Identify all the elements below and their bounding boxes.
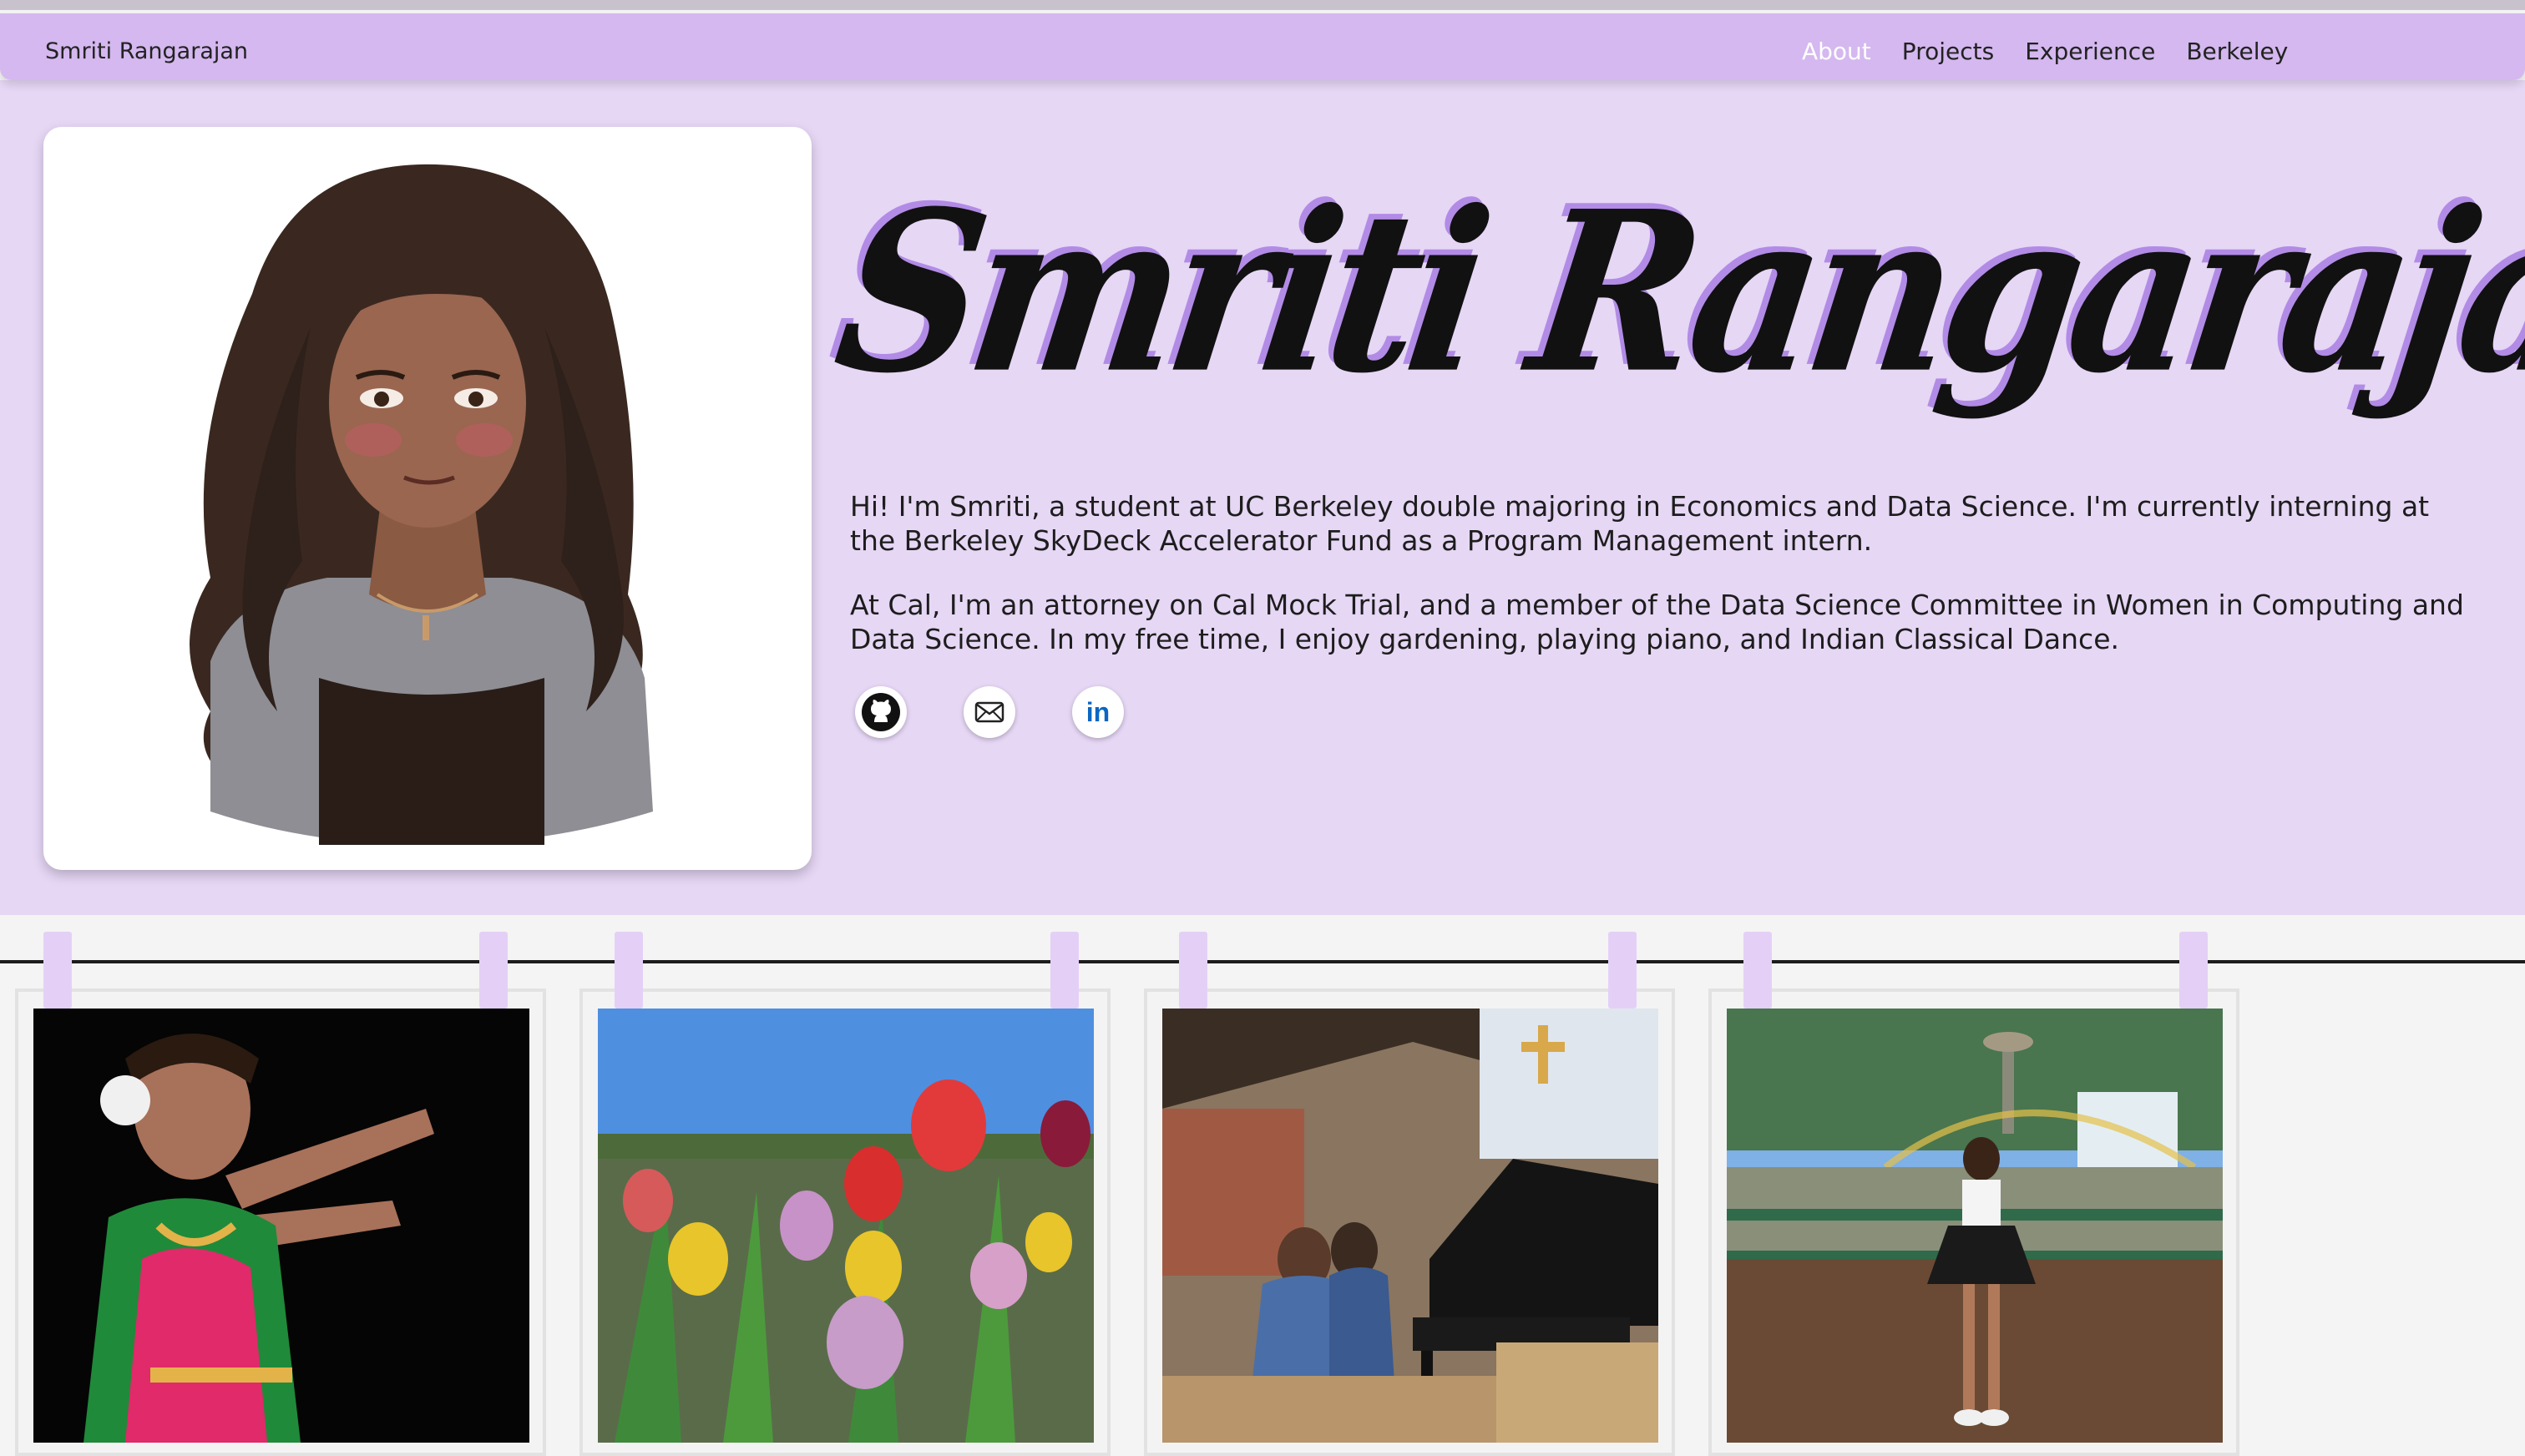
gallery-clip	[479, 932, 508, 1009]
photo-frame-dance	[15, 988, 546, 1456]
linkedin-icon: in	[1085, 696, 1111, 727]
nav-link-berkeley[interactable]: Berkeley	[2186, 13, 2288, 90]
gallery-clip	[2179, 932, 2208, 1009]
photo-frame-tulips	[579, 988, 1111, 1456]
social-links: in	[855, 686, 1124, 738]
waterfall-photo	[1727, 1009, 2223, 1443]
hanging-string	[0, 960, 2525, 963]
gallery-clip	[1179, 932, 1207, 1009]
gallery-clip	[1743, 932, 1772, 1009]
gallery-clip	[615, 932, 643, 1009]
nav-link-experience[interactable]: Experience	[2025, 13, 2155, 90]
gallery-clip	[1608, 932, 1637, 1009]
github-link[interactable]	[855, 686, 907, 738]
nav-link-projects[interactable]: Projects	[1902, 13, 1994, 90]
portrait-card	[43, 127, 812, 870]
bio-paragraph-2: At Cal, I'm an attorney on Cal Mock Tria…	[850, 589, 2464, 655]
github-icon	[862, 693, 900, 731]
mail-icon	[974, 701, 1004, 723]
hero-section: Smriti Rangarajan Hi! I'm Smriti, a stud…	[0, 80, 2525, 915]
illustrated-portrait	[190, 164, 653, 845]
email-link[interactable]	[964, 686, 1015, 738]
photo-gallery	[0, 915, 2525, 1456]
site-brand[interactable]: Smriti Rangarajan	[45, 13, 248, 90]
piano-duet-photo	[1162, 1009, 1658, 1443]
nav-links: About Projects Experience Berkeley	[1802, 13, 2288, 90]
nav-link-about[interactable]: About	[1802, 13, 1871, 90]
hero-script-title: Smriti Rangarajan	[823, 162, 2525, 422]
top-navbar: Smriti Rangarajan About Projects Experie…	[0, 13, 2525, 80]
bio-text: Hi! I'm Smriti, a student at UC Berkeley…	[850, 489, 2470, 686]
classical-dance-photo	[33, 1009, 529, 1443]
browser-top-strip	[0, 0, 2525, 10]
bio-paragraph-1: Hi! I'm Smriti, a student at UC Berkeley…	[850, 490, 2430, 557]
gallery-clip	[43, 932, 72, 1009]
photo-frame-waterfall	[1708, 988, 2239, 1456]
photo-frame-piano	[1144, 988, 1675, 1456]
tulips-photo	[598, 1009, 1094, 1443]
linkedin-link[interactable]: in	[1072, 686, 1124, 738]
gallery-clip	[1050, 932, 1079, 1009]
